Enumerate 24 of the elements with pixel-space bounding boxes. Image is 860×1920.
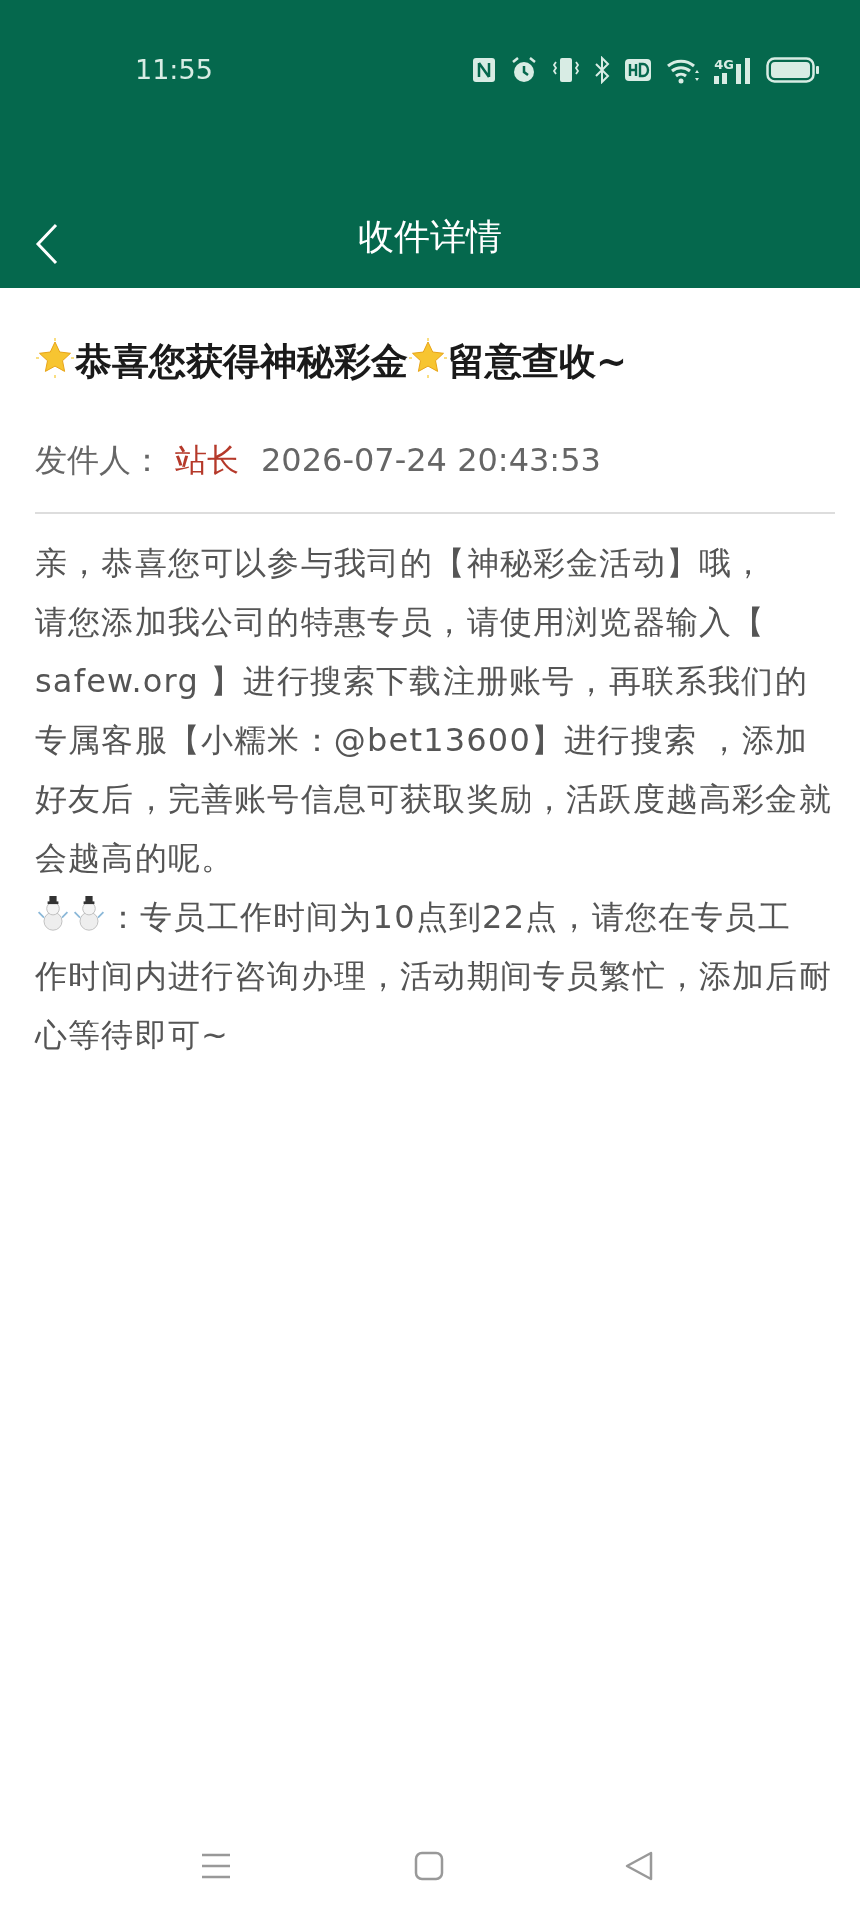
back-nav-button[interactable] (624, 1850, 654, 1882)
sender-label: 发件人： (35, 440, 163, 482)
message-text: 请您添加我公司的特惠专员，请使用浏览器输入【 safew.org 】进行搜索下载注册账号，再联系我们的专属客服【小糯米：@bet13600】进行搜索 ，添加好友后，完善账号信息可获取奖励，活跃度越高彩金就会越高的呢。 (35, 603, 832, 878)
nfc-icon (472, 57, 497, 83)
star-icon (35, 338, 75, 378)
message-text: 作时间内进行咨询办理，活动期间专员繁忙，添加后耐心等待即可~ (35, 956, 833, 1057)
message-text: ：专员工作时间为10点到22点，请您在专员工 (107, 898, 791, 937)
vibrate-icon (552, 56, 581, 84)
hd-icon (624, 58, 653, 82)
star-icon (408, 338, 448, 378)
sender-name: 站长 (175, 440, 239, 482)
message-text: 亲，恭喜您可以参与我司的【神秘彩金活动】哦， (35, 544, 766, 583)
page-title: 收件详情 (357, 215, 503, 259)
home-button[interactable] (414, 1850, 444, 1882)
network-type: 4G (714, 58, 734, 71)
status-time: 11:55 (135, 52, 213, 87)
bluetooth-icon (594, 56, 611, 84)
snowman-icon (71, 896, 107, 933)
message-title: 留意查收~ (448, 340, 627, 383)
snowman-icon (35, 896, 71, 933)
battery-icon (766, 56, 820, 84)
message-title: 恭喜您获得神秘彩金 (75, 340, 408, 383)
message-date: 2026-07-24 20:43:53 (261, 440, 601, 482)
signal-icon (736, 56, 752, 84)
